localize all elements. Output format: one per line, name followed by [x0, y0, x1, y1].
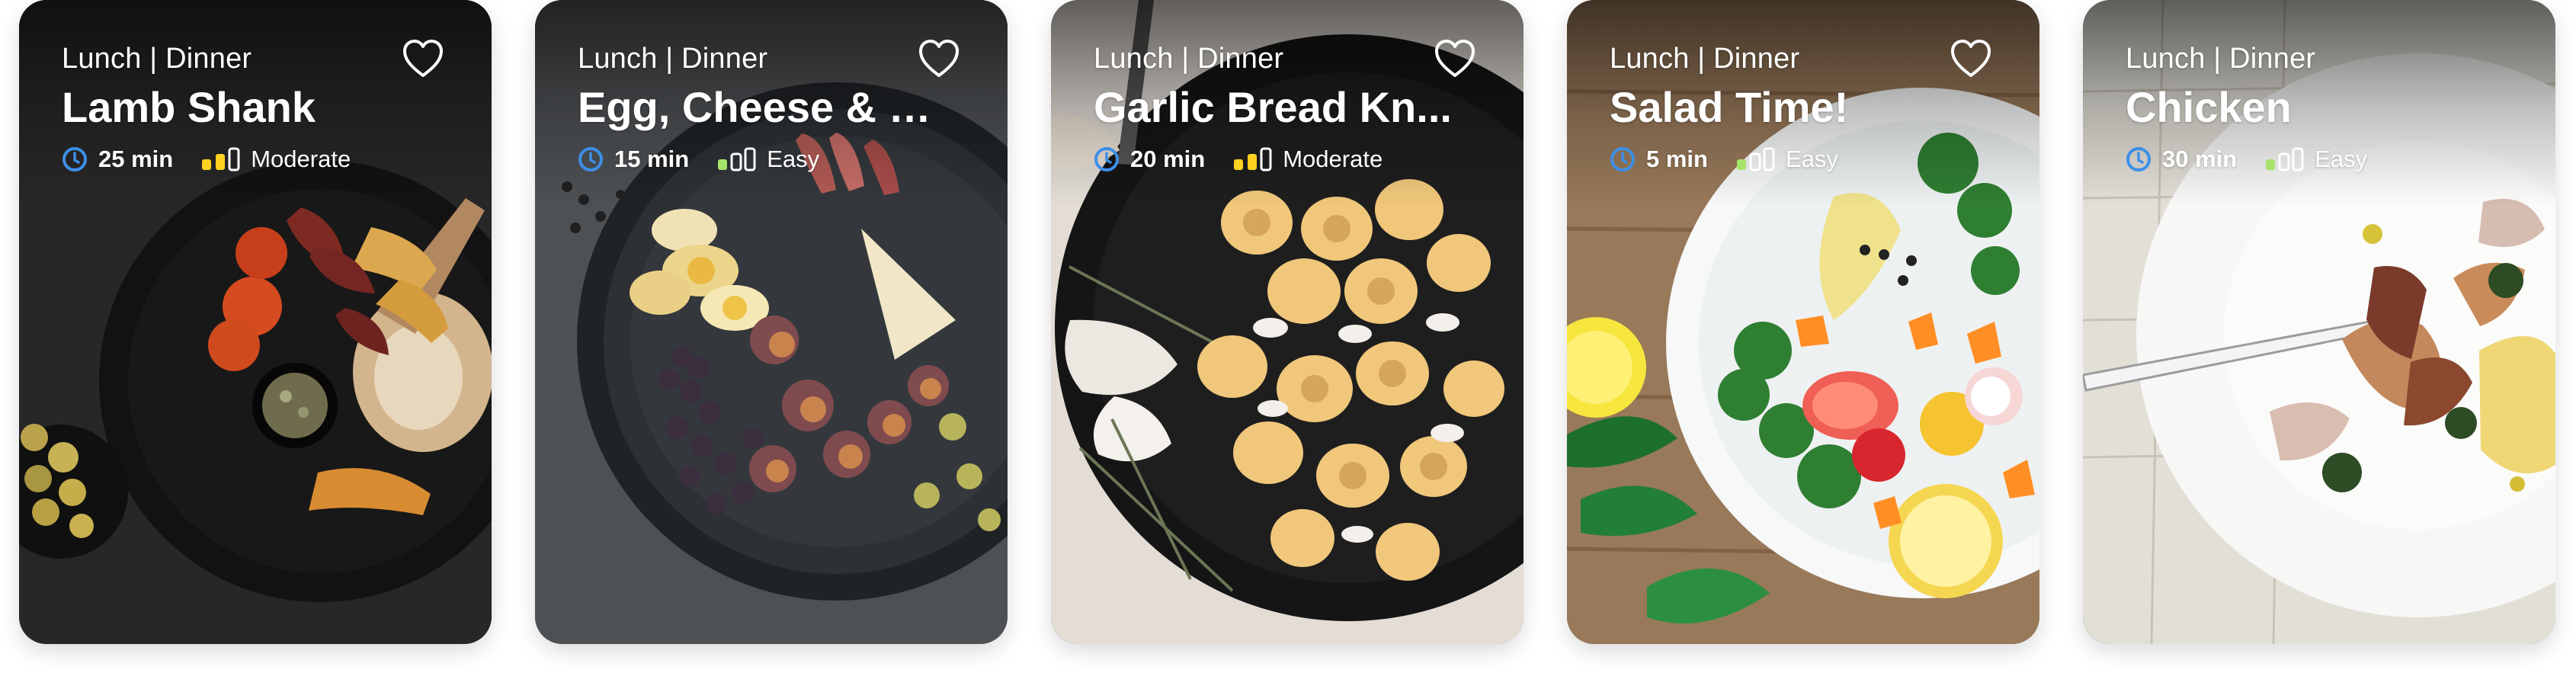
heart-outline-icon [1951, 40, 1991, 77]
difficulty-label: Easy [1785, 146, 1838, 172]
recipe-card-egg-cheese[interactable]: Lunch | Dinner Egg, Cheese & F... 15 min… [535, 0, 1008, 644]
favorite-button[interactable] [1946, 35, 1995, 84]
meal-type-label: Lunch | Dinner [62, 43, 252, 75]
recipe-meta: 5 min Easy [1610, 142, 1968, 177]
recipe-card-header: Lunch | Dinner Egg, Cheese & F... 15 min… [578, 41, 936, 177]
recipe-card-header: Lunch | Dinner Garlic Bread Kn... 20 min… [1094, 41, 1452, 177]
difficulty-bars-icon [1736, 147, 1775, 171]
cook-time: 25 min [98, 146, 174, 172]
favorite-button[interactable] [399, 35, 447, 84]
difficulty-label: Easy [2315, 146, 2368, 172]
favorite-button[interactable] [1431, 35, 1479, 84]
recipe-card-row: Lunch | Dinner Lamb Shank 25 min Moderat… [0, 0, 2576, 689]
clock-icon [62, 147, 87, 171]
heart-outline-icon [919, 40, 959, 77]
recipe-meta: 15 min Easy [578, 142, 936, 177]
heart-outline-icon [403, 40, 443, 77]
difficulty-label: Moderate [1283, 146, 1383, 172]
difficulty-label: Easy [767, 146, 820, 172]
recipe-title[interactable]: Chicken [2126, 82, 2484, 133]
recipe-card-header: Lunch | Dinner Chicken 30 min Easy [2126, 41, 2484, 177]
cook-time: 5 min [1646, 146, 1708, 172]
meal-type-label: Lunch | Dinner [2126, 43, 2316, 75]
clock-icon [2126, 147, 2151, 171]
difficulty-bars-icon [2266, 147, 2304, 171]
recipe-title[interactable]: Garlic Bread Kn... [1094, 82, 1452, 133]
recipe-title[interactable]: Egg, Cheese & F... [578, 82, 936, 133]
difficulty-bars-icon [718, 147, 756, 171]
clock-icon [578, 147, 603, 171]
recipe-card-header: Lunch | Dinner Lamb Shank 25 min Moderat… [62, 41, 420, 177]
recipe-card-chicken[interactable]: Lunch | Dinner Chicken 30 min Easy [2083, 0, 2555, 644]
clock-icon [1094, 147, 1119, 171]
cook-time: 20 min [1130, 146, 1206, 172]
recipe-card-header: Lunch | Dinner Salad Time! 5 min Easy [1610, 41, 1968, 177]
meal-type-label: Lunch | Dinner [1610, 43, 1800, 75]
recipe-meta: 25 min Moderate [62, 142, 420, 177]
recipe-card-garlic-bread[interactable]: Lunch | Dinner Garlic Bread Kn... 20 min… [1051, 0, 1523, 644]
difficulty-label: Moderate [251, 146, 351, 172]
recipe-meta: 20 min Moderate [1094, 142, 1452, 177]
recipe-meta: 30 min Easy [2126, 142, 2484, 177]
meal-type-label: Lunch | Dinner [1094, 43, 1284, 75]
heart-outline-icon [1435, 40, 1475, 77]
cook-time: 30 min [2162, 146, 2238, 172]
recipe-title[interactable]: Salad Time! [1610, 82, 1968, 133]
recipe-title[interactable]: Lamb Shank [62, 82, 420, 133]
difficulty-bars-icon [202, 147, 240, 171]
difficulty-bars-icon [1234, 147, 1272, 171]
recipe-card-salad-time[interactable]: Lunch | Dinner Salad Time! 5 min Easy [1567, 0, 2039, 644]
favorite-button[interactable] [915, 35, 963, 84]
clock-icon [1610, 147, 1635, 171]
recipe-card-lamb-shank[interactable]: Lunch | Dinner Lamb Shank 25 min Moderat… [19, 0, 492, 644]
cook-time: 15 min [614, 146, 690, 172]
meal-type-label: Lunch | Dinner [578, 43, 768, 75]
